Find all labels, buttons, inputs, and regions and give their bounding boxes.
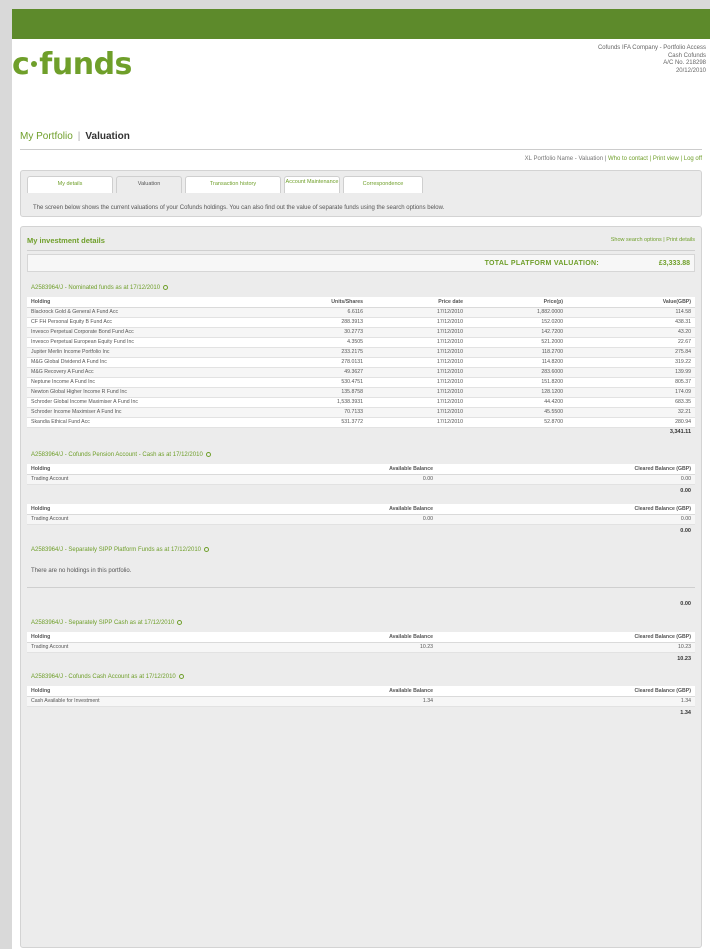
col-price: Price(p): [467, 297, 567, 308]
account-info: Cofunds IFA Company - Portfolio Access C…: [598, 45, 706, 75]
page-title: Valuation: [85, 131, 130, 142]
logo-dot-icon: [31, 60, 38, 67]
sipp-cash-table: Holding Available Balance Cleared Balanc…: [27, 632, 695, 653]
table-row: Skandia Ethical Fund Acc 531.3772 17/12/20…: [27, 417, 695, 428]
table-row: CF FH Personal Equity B Fund Acc 288.3913…: [27, 317, 695, 328]
header-date: 20/12/2010: [675, 67, 706, 74]
panel-header: My investment details Show search option…: [27, 233, 695, 251]
table-row: Schroder Income Maximiser A Fund Inc 70.7…: [27, 407, 695, 418]
tab-transaction-history[interactable]: Transaction history: [185, 176, 281, 193]
table-row: M&G Recovery A Fund Acc 49.3627 17/12/2010…: [27, 367, 695, 378]
section-head-pension-cash[interactable]: A2583964/J - Cofunds Pension Account - C…: [31, 452, 211, 458]
tab-correspondence[interactable]: Correspondence: [343, 176, 423, 193]
cash-account-table: Holding Available Balance Cleared Balanc…: [27, 686, 695, 707]
subtotal: 0.00: [680, 488, 691, 494]
panel-title: My investment details: [27, 236, 105, 245]
top-banner: [12, 9, 710, 39]
magnifier-icon[interactable]: [204, 547, 209, 552]
subtotal: 1.34: [680, 710, 691, 716]
subtotal: 3,341.11: [669, 429, 691, 435]
magnifier-icon[interactable]: [205, 452, 211, 457]
total-value: £3,333.88: [658, 260, 690, 267]
table-row: Trading Account 10.23 10.23: [27, 642, 695, 653]
table-row: Invesco Perpetual European Equity Fund I…: [27, 337, 695, 348]
section-head-cash-account[interactable]: A2583964/J - Cofunds Cash Account as at …: [31, 674, 184, 680]
divider: [20, 149, 702, 150]
table-row: Invesco Perpetual Corporate Bond Fund Ac…: [27, 327, 695, 338]
no-holdings-text: There are no holdings in this portfolio.: [31, 568, 132, 574]
user-links[interactable]: Who to contact | Print view | Log off: [608, 156, 702, 162]
pension-cash-table: Holding Available Balance Cleared Balanc…: [27, 464, 695, 485]
cash-table-2: Holding Available Balance Cleared Balanc…: [27, 504, 695, 525]
magnifier-icon[interactable]: [163, 285, 169, 290]
tab-my-details[interactable]: My details: [27, 176, 113, 193]
company-name: Cofunds IFA Company - Portfolio Access: [597, 45, 706, 51]
investment-panel: My investment details Show search option…: [20, 226, 702, 948]
col-units: Units/Shares: [267, 297, 367, 308]
breadcrumb-parent[interactable]: My Portfolio: [20, 131, 73, 142]
table-row: Neptune Income A Fund Inc 530.4751 17/12/2…: [27, 377, 695, 388]
breadcrumb: My Portfolio | Valuation: [20, 131, 130, 142]
table-row: Blackrock Gold & General A Fund Acc 6.611…: [27, 307, 695, 318]
total-label: TOTAL PLATFORM VALUATION:: [484, 260, 599, 267]
tab-account-maintenance[interactable]: Account Maintenance: [284, 176, 340, 193]
intro-text: The screen below shows the current valua…: [33, 205, 445, 211]
table-row: Trading Account 0.00 0.00: [27, 514, 695, 525]
table-row: Newton Global Higher Income R Fund Inc 13…: [27, 387, 695, 398]
total-valuation-row: TOTAL PLATFORM VALUATION: £3,333.88: [27, 254, 695, 272]
tab-bar: My details Valuation Transaction history…: [20, 170, 702, 217]
panel-tools[interactable]: Show search options | Print details: [611, 237, 695, 243]
section-head-sipp-funds[interactable]: A2583964/J - Separately SIPP Platform Fu…: [31, 547, 209, 553]
divider: [27, 587, 695, 588]
page: c funds Cofunds IFA Company - Portfolio A…: [12, 39, 710, 949]
user-bar: XL Portfolio Name - Valuation | Who to c…: [524, 156, 702, 162]
account-number: A/C No. 218298: [663, 60, 706, 66]
subtotal: 10.23: [677, 656, 691, 662]
magnifier-icon[interactable]: [177, 620, 183, 625]
col-value: Value(GBP): [567, 297, 695, 308]
table-row: Jupiter Merlin Income Portfolio Inc 233.2…: [27, 347, 695, 358]
account-name: Cash Cofunds: [667, 52, 706, 59]
table-row: Schroder Global Income Maximiser A Fund …: [27, 397, 695, 408]
tab-valuation[interactable]: Valuation: [116, 176, 182, 193]
col-price-date: Price date: [367, 297, 467, 308]
table-row: Cash Available for Investment 1.34 1.34: [27, 696, 695, 707]
magnifier-icon[interactable]: [178, 674, 184, 679]
funds-table: Holding Units/Shares Price date Price(p)…: [27, 297, 695, 428]
subtotal: 0.00: [680, 528, 691, 534]
col-holding: Holding: [27, 297, 267, 308]
section-head-sipp-cash[interactable]: A2583964/J - Separately SIPP Cash as at …: [31, 620, 183, 626]
table-row: M&G Global Dividend A Fund Inc 278.0131 17…: [27, 357, 695, 368]
section-head-funds[interactable]: A2583964/J - Nominated funds as at 17/12…: [31, 285, 169, 291]
subtotal: 0.00: [680, 601, 691, 607]
cofunds-logo[interactable]: c funds: [12, 47, 132, 82]
table-row: Trading Account 0.00 0.00: [27, 474, 695, 485]
